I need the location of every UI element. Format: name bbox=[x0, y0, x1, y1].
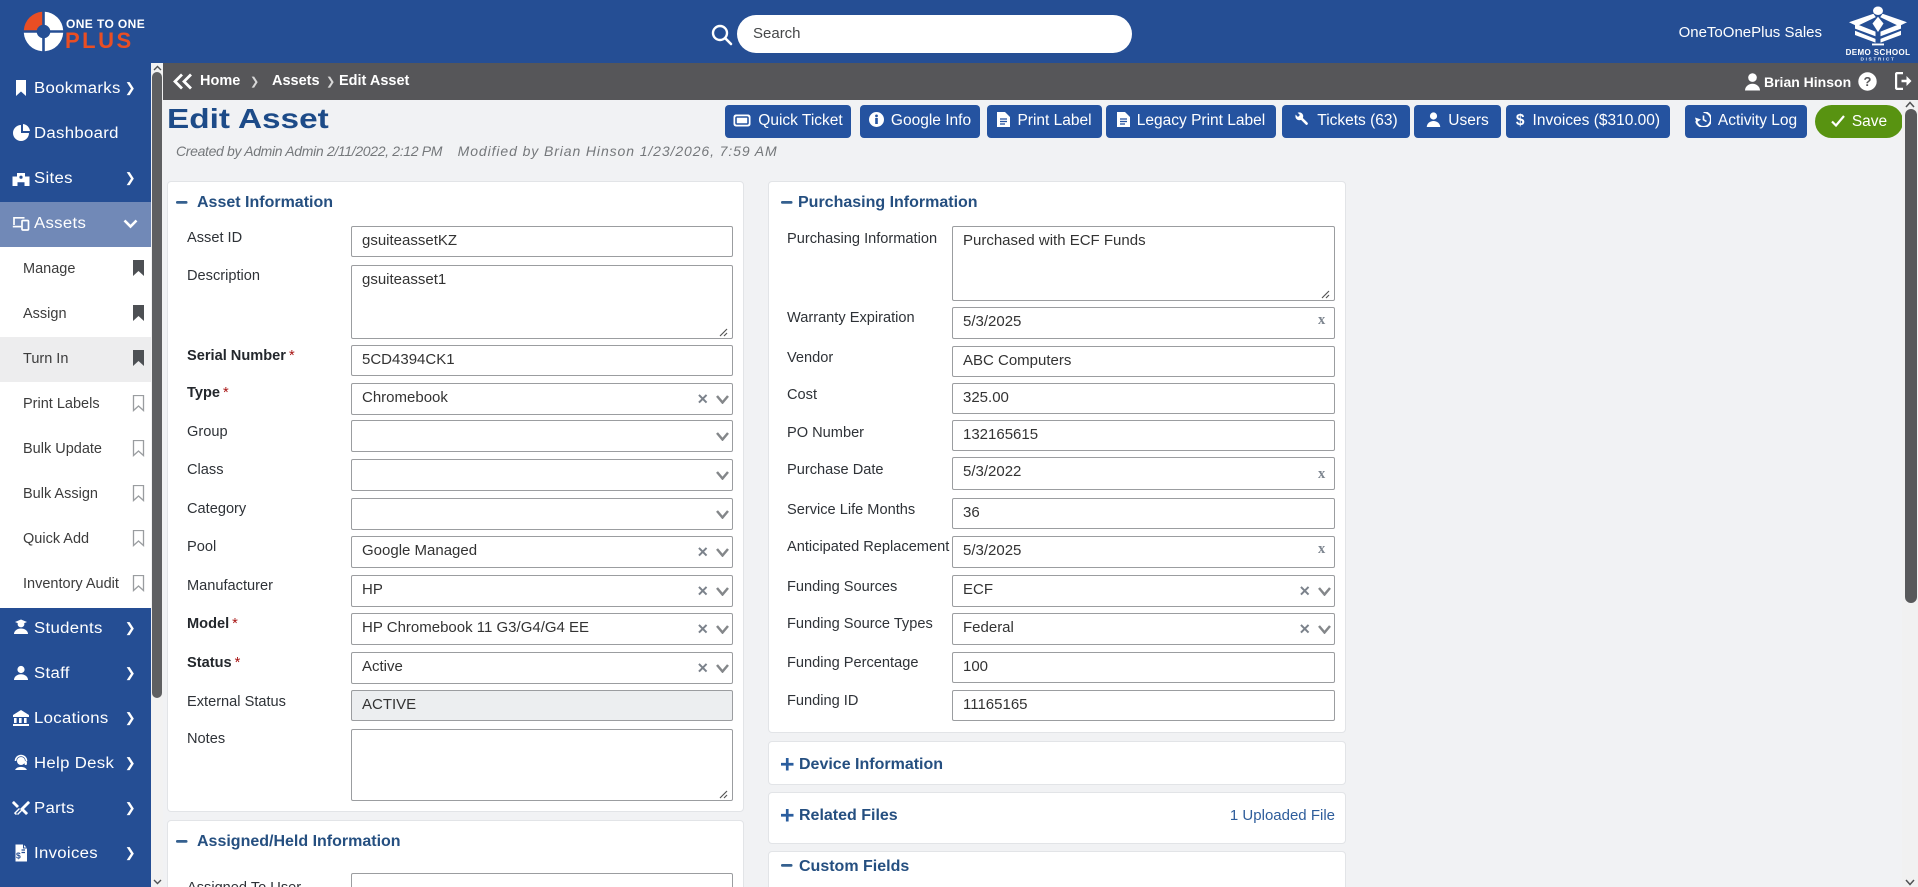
svg-text:?: ? bbox=[1864, 74, 1872, 89]
svg-text:DISTRICT: DISTRICT bbox=[1861, 57, 1896, 63]
svg-text:$: $ bbox=[16, 851, 21, 861]
svg-text:DEMO SCHOOL: DEMO SCHOOL bbox=[1846, 48, 1911, 57]
